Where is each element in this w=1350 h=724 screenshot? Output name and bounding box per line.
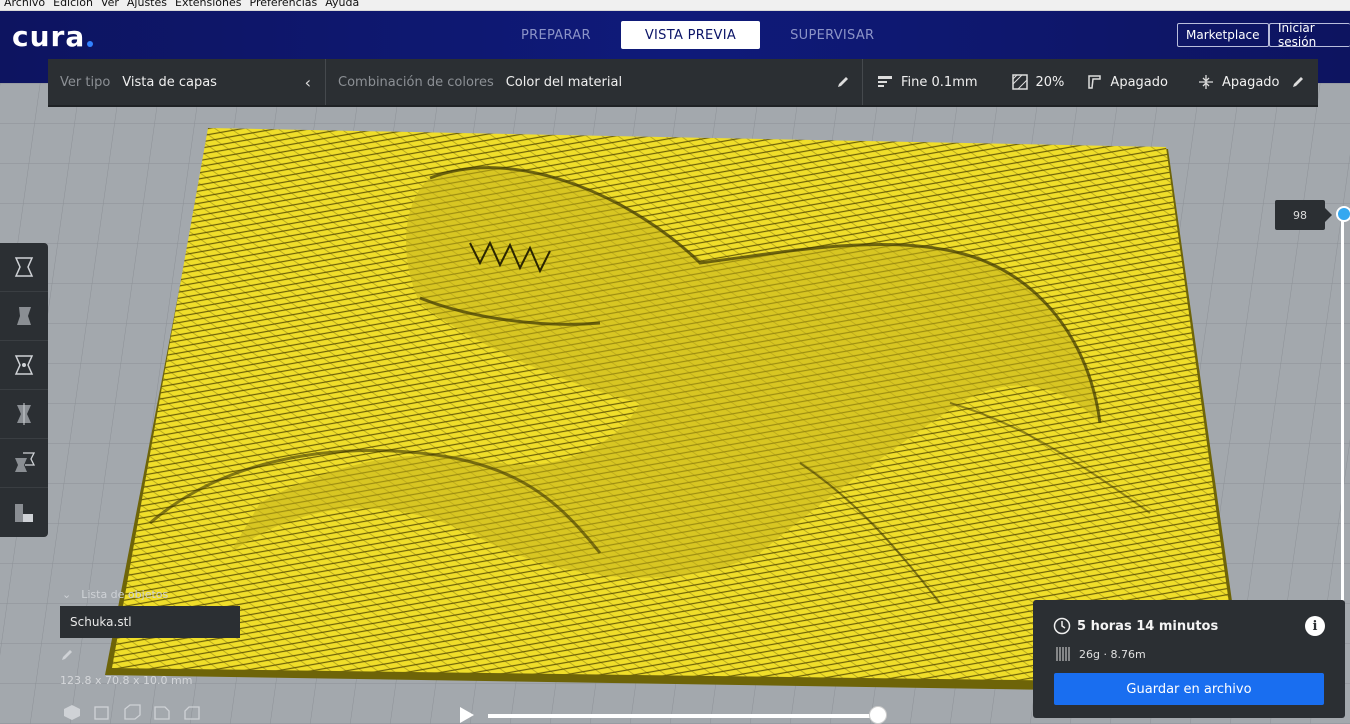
- scale-icon: [17, 307, 31, 325]
- infill-value: 20%: [1035, 74, 1065, 90]
- infill-icon: [1011, 74, 1028, 90]
- tab-supervisar[interactable]: SUPERVISAR: [766, 21, 898, 49]
- color-scheme-label: Combinación de colores: [338, 74, 494, 90]
- menu-extensiones[interactable]: Extensiones: [175, 0, 242, 8]
- tab-vista-previa[interactable]: VISTA PREVIA: [620, 21, 761, 49]
- cura-logo: cura: [12, 20, 94, 53]
- menu-bar: Archivo Edición Ver Ajustes Extensiones …: [0, 0, 1350, 11]
- object-dimensions: 123.8 x 70.8 x 10.0 mm: [60, 674, 193, 687]
- marketplace-button[interactable]: Marketplace: [1177, 23, 1269, 47]
- view-left-icon[interactable]: [152, 703, 172, 721]
- menu-preferencias[interactable]: Preferencias: [250, 0, 318, 8]
- chevron-down-icon: ⌄: [62, 588, 72, 601]
- pencil-icon: [838, 77, 848, 87]
- view-front-icon[interactable]: [92, 703, 112, 721]
- camera-view-buttons: [62, 703, 202, 721]
- support-icon: [1088, 75, 1102, 89]
- object-list-toggle[interactable]: ⌄ Lista de objetos: [62, 588, 168, 601]
- tool-sidebar: [0, 243, 48, 537]
- menu-ver[interactable]: Ver: [101, 0, 119, 8]
- play-icon[interactable]: [457, 706, 475, 724]
- signin-button[interactable]: Iniciar sesión: [1269, 21, 1350, 49]
- rotate-icon: [14, 355, 34, 375]
- tab-preparar[interactable]: PREPARAR: [497, 21, 615, 49]
- per-model-settings-button[interactable]: [0, 439, 48, 488]
- stage-tabs: PREPARAR VISTA PREVIA SUPERVISAR: [497, 21, 898, 49]
- print-info-panel: 5 horas 14 minutos i 26g · 8.76m Guardar…: [1033, 600, 1345, 718]
- layer-number-badge[interactable]: 98: [1275, 200, 1332, 230]
- material-row: 26g · 8.76m: [1055, 646, 1146, 662]
- path-slider-handle[interactable]: [869, 706, 887, 724]
- object-list-header: Lista de objetos: [81, 588, 169, 601]
- support-blocker-icon: [15, 503, 33, 522]
- view-type-selector[interactable]: Ver tipo Vista de capas ‹: [48, 59, 325, 105]
- rotate-tool-button[interactable]: [0, 341, 48, 390]
- menu-ajustes[interactable]: Ajustes: [127, 0, 167, 8]
- path-slider-track[interactable]: [488, 714, 878, 718]
- print-settings-selector[interactable]: Fine 0.1mm 20% Apagado Apagado: [862, 59, 1317, 105]
- adhesion-icon: [1198, 75, 1213, 89]
- move-icon: [14, 257, 34, 277]
- color-scheme-value: Color del material: [505, 74, 623, 90]
- clock-icon: [1053, 617, 1071, 635]
- menu-edicion[interactable]: Edición: [53, 0, 93, 8]
- view-right-icon[interactable]: [182, 703, 202, 721]
- adhesion-value: Apagado: [1221, 74, 1280, 90]
- color-scheme-selector[interactable]: Combinación de colores Color del materia…: [325, 59, 862, 105]
- view-type-label: Ver tipo: [60, 74, 111, 90]
- move-tool-button[interactable]: [0, 243, 48, 292]
- layer-slider-track[interactable]: [1341, 214, 1344, 604]
- menu-ayuda[interactable]: Ayuda: [325, 0, 359, 8]
- profile-value: Fine 0.1mm: [901, 74, 978, 90]
- object-list-item[interactable]: Schuka.stl: [60, 606, 240, 638]
- info-icon[interactable]: i: [1305, 616, 1325, 636]
- print-time: 5 horas 14 minutos: [1077, 618, 1219, 634]
- scale-tool-button[interactable]: [0, 292, 48, 341]
- profile-icon: [878, 76, 892, 87]
- pencil-icon: [62, 650, 72, 660]
- mirror-icon: [17, 403, 31, 425]
- mirror-tool-button[interactable]: [0, 390, 48, 439]
- per-model-icon: [15, 452, 36, 472]
- layer-slider-handle[interactable]: [1336, 206, 1350, 222]
- logo-text: cura: [12, 20, 86, 53]
- view-top-icon[interactable]: [122, 703, 142, 721]
- menu-archivo[interactable]: Archivo: [4, 0, 45, 8]
- save-to-file-button[interactable]: Guardar en archivo: [1054, 673, 1324, 705]
- support-blocker-button[interactable]: [0, 488, 48, 537]
- object-name-row[interactable]: [60, 648, 74, 662]
- chevron-left-icon: ‹: [304, 72, 311, 92]
- print-time-row: 5 horas 14 minutos: [1053, 617, 1218, 635]
- filament-icon: [1056, 647, 1070, 661]
- material-usage: 26g · 8.76m: [1079, 647, 1146, 661]
- logo-dot: [87, 41, 94, 47]
- view-3d-icon[interactable]: [62, 703, 82, 721]
- view-settings-bar: Ver tipo Vista de capas ‹ Combinación de…: [48, 59, 1318, 107]
- pencil-icon: [1293, 77, 1303, 87]
- view-type-value: Vista de capas: [122, 74, 217, 90]
- support-value: Apagado: [1110, 74, 1168, 90]
